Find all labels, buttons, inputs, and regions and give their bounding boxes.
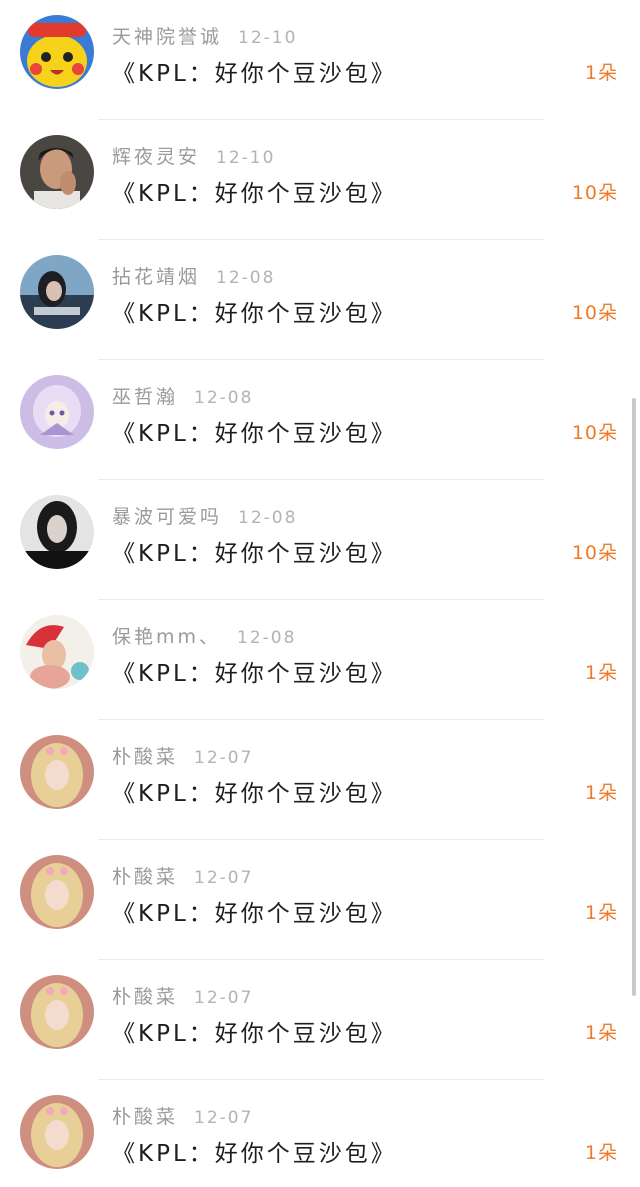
gift-date: 12-08 — [194, 388, 254, 408]
flower-count: 10朵 — [571, 422, 618, 444]
sender-meta: 朴酸菜 12-07 — [112, 1102, 253, 1129]
pikachu-hat-avatar-icon[interactable] — [20, 15, 94, 89]
list-item[interactable]: 保艳mm、 12-08 《KPL：好你个豆沙包》 1朵 — [0, 600, 640, 720]
flower-count: 1朵 — [584, 62, 618, 84]
sender-name: 朴酸菜 — [112, 1106, 179, 1128]
work-title: 《KPL：好你个豆沙包》 — [112, 661, 397, 687]
gift-date: 12-10 — [216, 148, 276, 168]
list-item[interactable]: 朴酸菜 12-07 《KPL：好你个豆沙包》 1朵 — [0, 840, 640, 960]
work-title: 《KPL：好你个豆沙包》 — [112, 61, 397, 87]
gift-date: 12-07 — [194, 868, 254, 888]
list-item[interactable]: 拈花靖烟 12-08 《KPL：好你个豆沙包》 10朵 — [0, 240, 640, 360]
flower-count: 1朵 — [584, 662, 618, 684]
sender-meta: 辉夜灵安 12-10 — [112, 142, 275, 169]
vertical-scrollbar[interactable] — [632, 398, 636, 996]
sender-name: 朴酸菜 — [112, 746, 179, 768]
sender-meta: 保艳mm、 12-08 — [112, 622, 296, 649]
work-title: 《KPL：好你个豆沙包》 — [112, 1021, 397, 1047]
sender-name: 保艳mm、 — [112, 626, 222, 648]
sender-name: 朴酸菜 — [112, 866, 179, 888]
blonde-girl-avatar-icon[interactable] — [20, 1095, 94, 1169]
gift-date: 12-07 — [194, 1108, 254, 1128]
work-title: 《KPL：好你个豆沙包》 — [112, 1141, 397, 1167]
flower-count: 1朵 — [584, 1022, 618, 1044]
list-item[interactable]: 辉夜灵安 12-10 《KPL：好你个豆沙包》 10朵 — [0, 120, 640, 240]
work-title: 《KPL：好你个豆沙包》 — [112, 901, 397, 927]
gift-date: 12-08 — [237, 628, 297, 648]
work-title: 《KPL：好你个豆沙包》 — [112, 421, 397, 447]
flower-count: 1朵 — [584, 782, 618, 804]
gift-date: 12-10 — [238, 28, 298, 48]
gift-record-list: 天神院誉诚 12-10 《KPL：好你个豆沙包》 1朵 辉夜灵安 12-10 《KP… — [0, 0, 640, 1187]
sender-name: 拈花靖烟 — [112, 266, 201, 288]
blonde-girl-avatar-icon[interactable] — [20, 975, 94, 1049]
girl-red-hat-avatar-icon[interactable] — [20, 615, 94, 689]
list-item[interactable]: 暴波可爱吗 12-08 《KPL：好你个豆沙包》 10朵 — [0, 480, 640, 600]
flower-count: 10朵 — [571, 302, 618, 324]
anime-girl-purple-avatar-icon[interactable] — [20, 375, 94, 449]
work-title: 《KPL：好你个豆沙包》 — [112, 181, 397, 207]
work-title: 《KPL：好你个豆沙包》 — [112, 541, 397, 567]
sender-meta: 拈花靖烟 12-08 — [112, 262, 275, 289]
sender-meta: 巫哲瀚 12-08 — [112, 382, 253, 409]
gift-date: 12-08 — [216, 268, 276, 288]
gift-date: 12-07 — [194, 748, 254, 768]
list-item[interactable]: 朴酸菜 12-07 《KPL：好你个豆沙包》 1朵 — [0, 1080, 640, 1187]
list-item[interactable]: 朴酸菜 12-07 《KPL：好你个豆沙包》 1朵 — [0, 720, 640, 840]
sender-meta: 天神院誉诚 12-10 — [112, 22, 297, 49]
girl-blue-scene-avatar-icon[interactable] — [20, 255, 94, 329]
woman-bw-portrait-avatar-icon[interactable] — [20, 495, 94, 569]
sender-meta: 朴酸菜 12-07 — [112, 982, 253, 1009]
blonde-girl-avatar-icon[interactable] — [20, 855, 94, 929]
list-item[interactable]: 巫哲瀚 12-08 《KPL：好你个豆沙包》 10朵 — [0, 360, 640, 480]
flower-count: 1朵 — [584, 902, 618, 924]
gift-date: 12-07 — [194, 988, 254, 1008]
sender-name: 暴波可爱吗 — [112, 506, 223, 528]
sender-name: 辉夜灵安 — [112, 146, 201, 168]
sender-meta: 朴酸菜 12-07 — [112, 862, 253, 889]
gift-date: 12-08 — [238, 508, 298, 528]
flower-count: 1朵 — [584, 1142, 618, 1164]
sender-name: 天神院誉诚 — [112, 26, 223, 48]
flower-count: 10朵 — [571, 182, 618, 204]
work-title: 《KPL：好你个豆沙包》 — [112, 781, 397, 807]
blonde-girl-avatar-icon[interactable] — [20, 735, 94, 809]
man-portrait-avatar-icon[interactable] — [20, 135, 94, 209]
flower-count: 10朵 — [571, 542, 618, 564]
sender-name: 巫哲瀚 — [112, 386, 179, 408]
list-item[interactable]: 天神院誉诚 12-10 《KPL：好你个豆沙包》 1朵 — [0, 0, 640, 120]
sender-meta: 朴酸菜 12-07 — [112, 742, 253, 769]
work-title: 《KPL：好你个豆沙包》 — [112, 301, 397, 327]
sender-meta: 暴波可爱吗 12-08 — [112, 502, 297, 529]
sender-name: 朴酸菜 — [112, 986, 179, 1008]
list-item[interactable]: 朴酸菜 12-07 《KPL：好你个豆沙包》 1朵 — [0, 960, 640, 1080]
